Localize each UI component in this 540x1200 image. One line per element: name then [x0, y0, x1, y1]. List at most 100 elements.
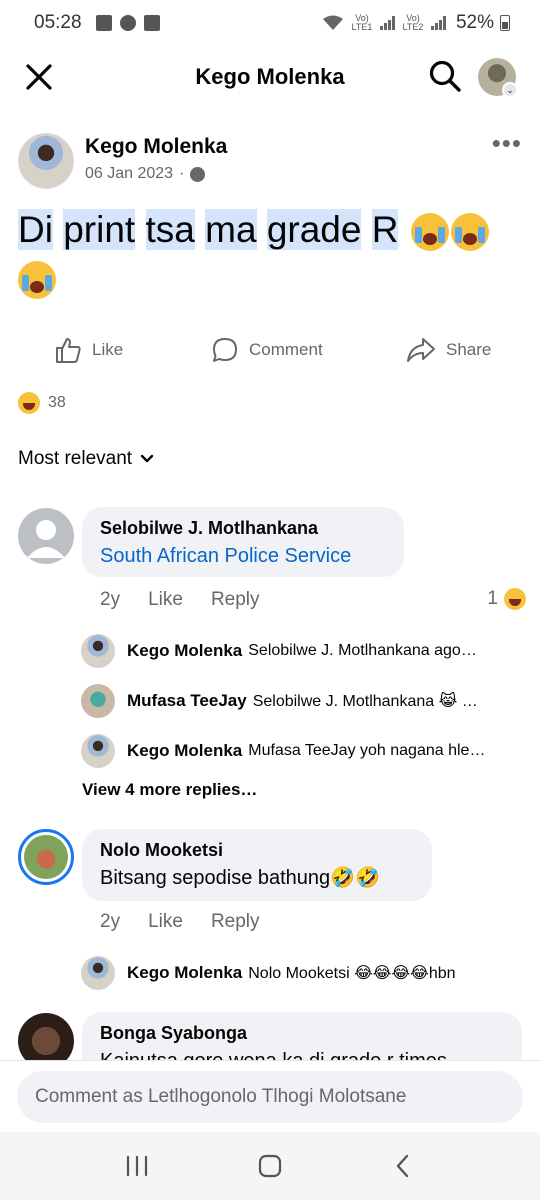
wifi-icon: [322, 15, 343, 30]
post-word: print: [63, 209, 136, 250]
commenter-name[interactable]: Nolo Mooketsi: [100, 837, 414, 863]
reply-text: Mufasa TeeJay yoh nagana hle…: [248, 742, 486, 759]
reply-author: Kego Molenka: [127, 741, 243, 760]
status-notification-icons: [95, 15, 160, 31]
recent-apps-icon: [126, 1155, 147, 1177]
post-date[interactable]: 06 Jan 2023: [85, 165, 173, 183]
post-author-avatar[interactable]: [18, 133, 74, 189]
reply-row[interactable]: Kego Molenka Nolo Mooketsi 😂😂😂😂hbn: [81, 953, 521, 993]
post-word: grade: [266, 209, 362, 250]
post-meta: 06 Jan 2023 ·: [85, 165, 206, 183]
comment-input[interactable]: [17, 1071, 523, 1123]
laughing-emoji-icon: [504, 588, 526, 610]
commenter-avatar[interactable]: [18, 829, 74, 885]
comment-label: Comment: [249, 340, 323, 359]
default-avatar-icon: [27, 520, 65, 558]
status-right: Vo) LTE1 Vo) LTE2 52%: [322, 12, 510, 34]
like-button[interactable]: Like: [54, 336, 123, 364]
avatar-photo: [24, 835, 68, 879]
comment-reply-button[interactable]: Reply: [211, 589, 260, 611]
laughing-emoji-icon: [18, 392, 40, 414]
comment-clip: Bonga Syabonga Kainutsa gore wena ka di …: [0, 1000, 540, 1060]
reply-row[interactable]: Kego Molenka Selobilwe J. Motlhankana ag…: [81, 631, 521, 671]
battery-icon: [500, 15, 510, 31]
comment-age: 2y: [100, 911, 121, 932]
comment-age: 2y: [100, 589, 121, 610]
top-bar: Kego Molenka ⌄: [0, 46, 540, 108]
recent-apps-button[interactable]: [117, 1146, 157, 1186]
home-button[interactable]: [250, 1146, 290, 1186]
profile-avatar-button[interactable]: ⌄: [478, 58, 518, 98]
reply-avatar[interactable]: [81, 734, 115, 768]
commenter-name[interactable]: Bonga Syabonga: [100, 1020, 504, 1046]
crying-emoji-icon: [410, 213, 449, 252]
comment-bubble: Nolo Mooketsi Bitsang sepodise bathung🤣🤣: [82, 829, 432, 901]
reply-row[interactable]: Mufasa TeeJay Selobilwe J. Motlhankana 😹…: [81, 681, 521, 721]
reply-row[interactable]: Kego Molenka Mufasa TeeJay yoh nagana hl…: [81, 731, 521, 771]
search-icon[interactable]: [428, 59, 462, 93]
comment-like-button[interactable]: Like: [148, 911, 183, 933]
crying-emoji-icon: [450, 213, 489, 252]
reply-text: Selobilwe J. Motlhankana ago…: [248, 642, 477, 659]
comment-sort-dropdown[interactable]: Most relevant: [18, 448, 154, 470]
lte1-label: Vo) LTE1: [351, 13, 373, 32]
close-icon[interactable]: [24, 62, 54, 92]
chevron-down-icon: ⌄: [502, 82, 518, 98]
comment-bubble: Bonga Syabonga Kainutsa gore wena ka di …: [82, 1012, 522, 1060]
post-word: tsa: [145, 209, 195, 250]
comment-meta: 2y Like Reply: [100, 589, 260, 611]
comment-bubble: Selobilwe J. Motlhankana South African P…: [82, 507, 404, 577]
reaction-count: 38: [48, 394, 66, 411]
system-nav-bar: [0, 1132, 540, 1200]
reply-author: Kego Molenka: [127, 641, 243, 660]
reply-text: Selobilwe J. Motlhankana 😹 …: [252, 693, 478, 710]
reactions-summary[interactable]: 38: [18, 392, 66, 414]
chevron-down-icon: [140, 454, 154, 463]
commenter-avatar[interactable]: [18, 508, 74, 564]
back-button[interactable]: [383, 1146, 423, 1186]
crying-emoji-icon: [18, 261, 56, 300]
reply-avatar[interactable]: [81, 684, 115, 718]
post-word: ma: [205, 209, 257, 250]
comment-text: Bitsang sepodise bathung🤣🤣: [100, 867, 380, 889]
globe-icon: [190, 166, 206, 182]
thumbs-up-icon: [56, 338, 81, 363]
gallery-icon: [95, 15, 112, 31]
comment-icon: [213, 338, 237, 362]
comment-reply-button[interactable]: Reply: [211, 911, 260, 933]
post-word: R: [371, 209, 399, 250]
like-label: Like: [92, 340, 124, 359]
share-button[interactable]: Share: [406, 336, 491, 364]
cloud-icon: [119, 15, 136, 31]
comment-button[interactable]: Comment: [211, 336, 323, 364]
reply-avatar[interactable]: [81, 634, 115, 668]
share-label: Share: [446, 340, 492, 359]
commenter-avatar[interactable]: [18, 1013, 74, 1060]
comment-tag-link[interactable]: South African Police Service: [100, 541, 386, 571]
comment-like-button[interactable]: Like: [148, 589, 183, 611]
reply-author: Kego Molenka: [127, 963, 243, 982]
comment-text: Kainutsa gore wena ka di grade r times: [100, 1046, 504, 1060]
post-text: Di print tsa ma grade R: [18, 206, 528, 302]
commenter-name[interactable]: Selobilwe J. Motlhankana: [100, 515, 386, 541]
home-icon: [258, 1154, 282, 1178]
share-icon: [407, 338, 435, 362]
comment-meta: 2y Like Reply: [100, 911, 260, 933]
post-word: Di: [18, 209, 53, 250]
battery-percent: 52%: [455, 12, 494, 33]
meta-separator: ·: [179, 165, 185, 182]
reply-author: Mufasa TeeJay: [127, 691, 247, 710]
comment-reaction-count: 1: [487, 588, 498, 609]
more-options-icon[interactable]: •••: [492, 130, 522, 156]
lte2-label: Vo) LTE2: [402, 13, 424, 32]
reply-avatar[interactable]: [81, 956, 115, 990]
reply-text: Nolo Mooketsi 😂😂😂😂hbn: [248, 965, 456, 982]
comment-reaction[interactable]: 1: [487, 588, 526, 610]
post-actions: Like Comment Share: [0, 328, 540, 378]
status-time: 05:28: [34, 12, 82, 33]
back-icon: [397, 1154, 409, 1178]
post-author-name[interactable]: Kego Molenka: [85, 135, 227, 159]
comment-composer: [0, 1060, 540, 1132]
view-more-replies-link[interactable]: View 4 more replies…: [82, 780, 257, 800]
checkbox-icon: [143, 15, 160, 31]
